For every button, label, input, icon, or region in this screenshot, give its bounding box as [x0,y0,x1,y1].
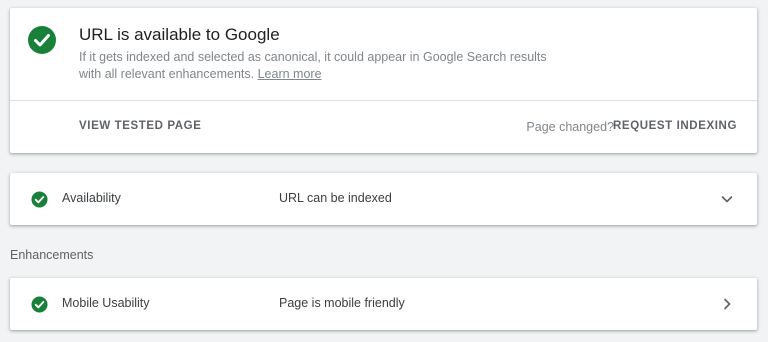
enhancements-heading: Enhancements [10,248,94,262]
chevron-right-icon[interactable] [719,296,735,312]
availability-value: URL can be indexed [279,191,392,205]
request-indexing-button[interactable]: REQUEST INDEXING [613,120,737,132]
status-actions: VIEW TESTED PAGE Page changed? REQUEST I… [10,101,757,153]
learn-more-link[interactable]: Learn more [258,67,322,81]
availability-label: Availability [62,191,121,205]
mobile-usability-value: Page is mobile friendly [279,296,405,310]
page-changed-label: Page changed? [526,120,614,134]
check-circle-icon [28,26,56,54]
chevron-down-icon[interactable] [719,191,735,207]
url-status-card: URL is available to Google If it gets in… [10,8,757,153]
status-header: URL is available to Google If it gets in… [10,8,757,100]
check-circle-icon [31,296,48,313]
mobile-usability-label: Mobile Usability [62,296,150,310]
view-tested-page-button[interactable]: VIEW TESTED PAGE [79,120,201,132]
mobile-usability-row[interactable]: Mobile Usability Page is mobile friendly [10,278,757,330]
check-circle-icon [31,191,48,208]
status-description: If it gets indexed and selected as canon… [79,49,559,83]
status-title: URL is available to Google [79,25,280,44]
availability-row[interactable]: Availability URL can be indexed [10,173,757,225]
